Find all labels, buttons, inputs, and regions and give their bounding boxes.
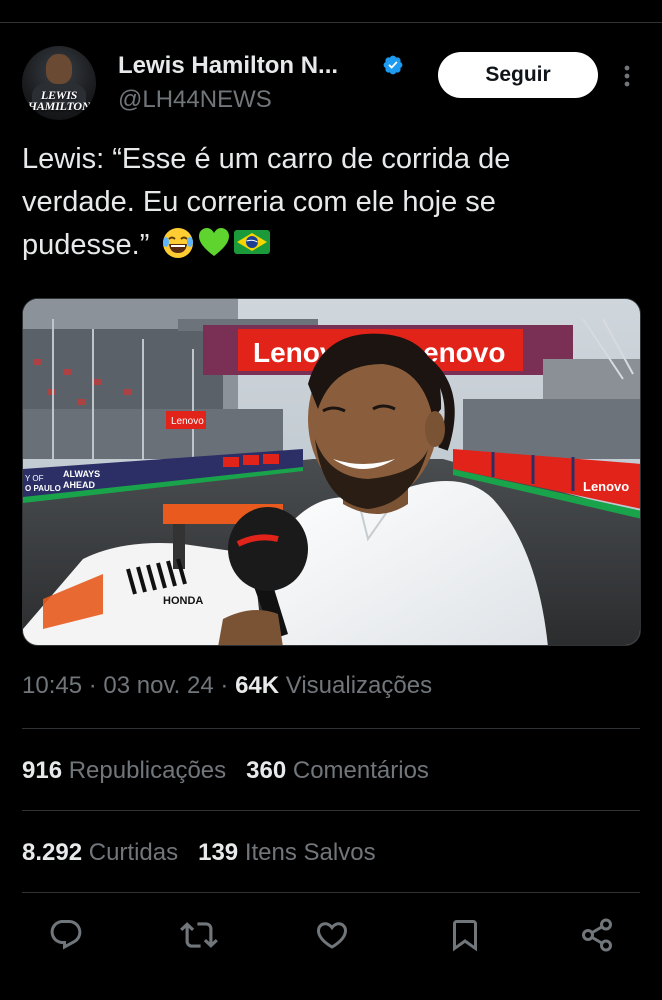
repost-button[interactable]	[179, 912, 219, 958]
more-options-icon[interactable]	[620, 62, 634, 90]
follow-button[interactable]: Seguir	[438, 52, 598, 98]
account-handle[interactable]: @LH44NEWS	[118, 86, 272, 114]
tweet-text-fragment: pudesse.”	[22, 229, 150, 261]
reposts-stat[interactable]: 916 Republicações	[22, 757, 226, 784]
like-icon	[316, 922, 348, 949]
views-count: 64K	[235, 672, 280, 699]
account-name[interactable]: Lewis Hamilton N...	[118, 52, 338, 80]
like-button[interactable]	[312, 912, 352, 958]
meta-separator: ·	[220, 672, 229, 699]
tweet-text-line: verdade. Eu correria com ele hoje se	[22, 186, 496, 218]
meta-separator: ·	[88, 672, 97, 699]
board-left-text-3: ALWAYS	[63, 469, 100, 479]
reposts-count: 916	[22, 757, 63, 784]
saves-stat[interactable]: 139 Itens Salvos	[198, 839, 375, 866]
tweet-text-line: pudesse.”	[22, 224, 642, 267]
share-button[interactable]	[577, 912, 617, 958]
tweet-date[interactable]: 03 nov. 24	[103, 672, 213, 699]
comments-stat[interactable]: 360 Comentários	[246, 757, 429, 784]
divider	[22, 892, 640, 893]
divider	[22, 728, 640, 729]
tweet-header: LEWIS HAMILTON Lewis Hamilton N... @LH44…	[22, 44, 640, 120]
tweet-time[interactable]: 10:45	[22, 672, 82, 699]
saves-label: Itens Salvos	[244, 839, 376, 866]
laughing-emoji-icon	[163, 228, 194, 258]
car-brand-text: HONDA	[163, 595, 203, 607]
tweet-media-image[interactable]: Lenovo enovo Lenovo Y OF O PAULO ALWAYS …	[22, 298, 641, 646]
share-icon	[582, 918, 612, 952]
stats-row-likes-saves: 8.292 Curtidas 139 Itens Salvos	[22, 839, 376, 867]
tweet-text-line: Lewis: “Esse é um carro de corrida de	[22, 143, 511, 175]
small-sign-text: Lenovo	[171, 416, 204, 427]
likes-count: 8.292	[22, 839, 83, 866]
stats-row-reposts-comments: 916 Republicações 360 Comentários	[22, 757, 429, 785]
reply-button[interactable]	[46, 912, 86, 958]
saves-count: 139	[198, 839, 239, 866]
board-left-text-4: AHEAD	[63, 480, 96, 490]
tweet-text: Lewis: “Esse é um carro de corrida de ve…	[22, 138, 642, 267]
action-bar	[0, 912, 662, 962]
comments-label: Comentários	[292, 757, 429, 784]
brazil-flag-emoji-icon	[234, 230, 271, 254]
avatar[interactable]: LEWIS HAMILTON	[22, 46, 96, 120]
board-left-text-1: Y OF	[25, 474, 44, 483]
comments-count: 360	[246, 757, 287, 784]
bookmark-button[interactable]	[445, 912, 485, 958]
bookmark-icon	[453, 920, 477, 952]
board-left-text-2: O PAULO	[25, 484, 61, 493]
verified-badge-icon	[383, 55, 403, 75]
avatar-face	[46, 54, 72, 84]
media-photo: Lenovo enovo Lenovo Y OF O PAULO ALWAYS …	[23, 299, 640, 645]
divider	[22, 810, 640, 811]
board-right-text: Lenovo	[583, 479, 629, 494]
tweet-meta: 10:45 · 03 nov. 24 · 64K Visualizações	[22, 672, 432, 700]
reply-icon	[50, 920, 82, 950]
reposts-label: Republicações	[68, 757, 227, 784]
likes-stat[interactable]: 8.292 Curtidas	[22, 839, 178, 866]
views-label: Visualizações	[285, 672, 433, 699]
emoji-group	[161, 226, 271, 260]
top-divider	[0, 22, 662, 23]
likes-label: Curtidas	[88, 839, 179, 866]
avatar-logo: LEWIS HAMILTON	[27, 88, 91, 113]
green-heart-emoji-icon	[199, 228, 230, 256]
repost-icon	[180, 922, 218, 948]
